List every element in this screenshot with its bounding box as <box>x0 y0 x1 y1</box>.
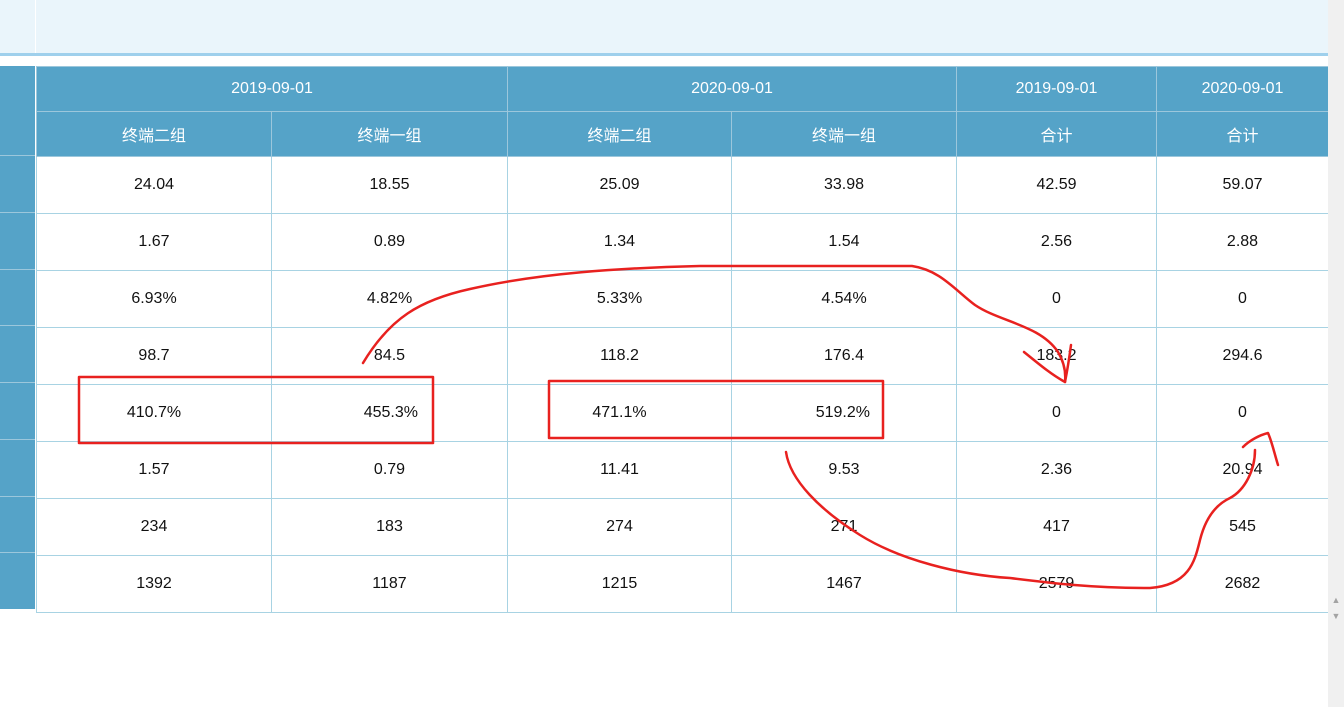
table-cell[interactable]: 0 <box>956 270 1157 328</box>
table-cell[interactable]: 20.94 <box>1156 441 1329 499</box>
column-header: 终端一组 <box>731 111 957 157</box>
column-header: 终端二组 <box>36 111 272 157</box>
table-cell[interactable]: 1.67 <box>36 213 272 271</box>
table-cell[interactable]: 183.2 <box>956 327 1157 385</box>
table-cell[interactable]: 98.7 <box>36 327 272 385</box>
table-cell[interactable]: 176.4 <box>731 327 957 385</box>
table-cell[interactable]: 2.88 <box>1156 213 1329 271</box>
table-cell[interactable]: 0.89 <box>271 213 508 271</box>
row-header-divider <box>0 552 35 553</box>
table-cell[interactable]: 1.34 <box>507 213 732 271</box>
table-cell[interactable]: 271 <box>731 498 957 556</box>
table-cell[interactable]: 1.57 <box>36 441 272 499</box>
table-cell[interactable]: 4.54% <box>731 270 957 328</box>
table-row: 1.67 0.89 1.34 1.54 2.56 2.88 <box>36 213 1329 271</box>
table-cell[interactable]: 11.41 <box>507 441 732 499</box>
column-header: 终端二组 <box>507 111 732 157</box>
column-header: 合计 <box>956 111 1157 157</box>
table-cell[interactable]: 0 <box>956 384 1157 442</box>
row-header-divider <box>0 155 35 156</box>
table-cell[interactable]: 234 <box>36 498 272 556</box>
table-cell[interactable]: 417 <box>956 498 1157 556</box>
table-row: 98.7 84.5 118.2 176.4 183.2 294.6 <box>36 327 1329 385</box>
row-header-divider <box>0 269 35 270</box>
table-cell[interactable]: 59.07 <box>1156 156 1329 214</box>
table-cell[interactable]: 25.09 <box>507 156 732 214</box>
vertical-scrollbar[interactable]: ▲ ▼ <box>1328 0 1344 707</box>
table-row: 410.7% 455.3% 471.1% 519.2% 0 0 <box>36 384 1329 442</box>
table-cell[interactable]: 33.98 <box>731 156 957 214</box>
table-cell[interactable]: 118.2 <box>507 327 732 385</box>
table-cell[interactable]: 0 <box>1156 384 1329 442</box>
table-cell[interactable]: 294.6 <box>1156 327 1329 385</box>
table-cell[interactable]: 18.55 <box>271 156 508 214</box>
table-cell[interactable]: 1.54 <box>731 213 957 271</box>
table-cell[interactable]: 84.5 <box>271 327 508 385</box>
table-cell[interactable]: 6.93% <box>36 270 272 328</box>
table-cell[interactable]: 1467 <box>731 555 957 613</box>
table-row: 1392 1187 1215 1467 2579 2682 <box>36 555 1329 613</box>
table-cell[interactable]: 2579 <box>956 555 1157 613</box>
table-cell[interactable]: 183 <box>271 498 508 556</box>
row-header-column <box>0 66 35 609</box>
table-cell[interactable]: 545 <box>1156 498 1329 556</box>
table-cell[interactable]: 0.79 <box>271 441 508 499</box>
data-table: 2019-09-01 2020-09-01 2019-09-01 2020-09… <box>36 66 1329 613</box>
table-cell[interactable]: 24.04 <box>36 156 272 214</box>
row-header-divider <box>0 439 35 440</box>
table-cell[interactable]: 1187 <box>271 555 508 613</box>
table-cell[interactable]: 410.7% <box>36 384 272 442</box>
toolbar-divider <box>35 0 36 53</box>
table-cell[interactable]: 2.36 <box>956 441 1157 499</box>
triangle-down-icon[interactable]: ▼ <box>1328 608 1344 624</box>
table-cell[interactable]: 9.53 <box>731 441 957 499</box>
table-row: 234 183 274 271 417 545 <box>36 498 1329 556</box>
table-cell[interactable]: 274 <box>507 498 732 556</box>
table-cell[interactable]: 471.1% <box>507 384 732 442</box>
table-cell[interactable]: 455.3% <box>271 384 508 442</box>
table-cell[interactable]: 519.2% <box>731 384 957 442</box>
column-header: 合计 <box>1156 111 1329 157</box>
date-group-header: 2019-09-01 <box>956 66 1157 112</box>
table-cell[interactable]: 1392 <box>36 555 272 613</box>
date-group-header: 2020-09-01 <box>507 66 957 112</box>
row-header-divider <box>0 325 35 326</box>
table-cell[interactable]: 2.56 <box>956 213 1157 271</box>
table-cell[interactable]: 5.33% <box>507 270 732 328</box>
row-header-divider <box>0 382 35 383</box>
row-header-divider <box>0 212 35 213</box>
date-group-header: 2019-09-01 <box>36 66 508 112</box>
column-header: 终端一组 <box>271 111 508 157</box>
toolbar-area <box>0 0 1328 56</box>
table-row: 1.57 0.79 11.41 9.53 2.36 20.94 <box>36 441 1329 499</box>
row-header-divider <box>0 496 35 497</box>
triangle-up-icon[interactable]: ▲ <box>1328 592 1344 608</box>
date-group-header: 2020-09-01 <box>1156 66 1329 112</box>
table-row: 24.04 18.55 25.09 33.98 42.59 59.07 <box>36 156 1329 214</box>
table-cell[interactable]: 1215 <box>507 555 732 613</box>
table-cell[interactable]: 4.82% <box>271 270 508 328</box>
table-cell[interactable]: 42.59 <box>956 156 1157 214</box>
table-row: 6.93% 4.82% 5.33% 4.54% 0 0 <box>36 270 1329 328</box>
table-cell[interactable]: 2682 <box>1156 555 1329 613</box>
table-cell[interactable]: 0 <box>1156 270 1329 328</box>
